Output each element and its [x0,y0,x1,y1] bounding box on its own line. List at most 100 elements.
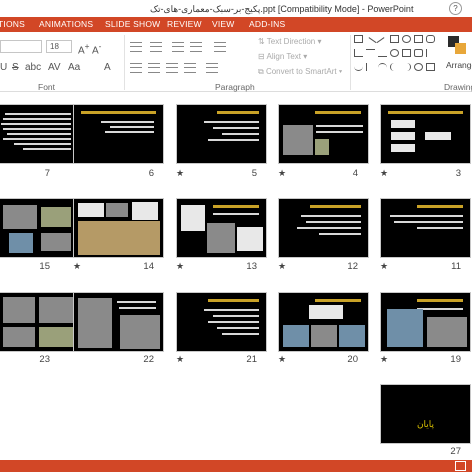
slide-thumbnail[interactable] [380,104,471,164]
slide-thumbnail[interactable] [73,292,164,352]
font-color-icon[interactable]: A [104,62,111,73]
tab-transitions[interactable]: TIONS [0,19,25,29]
slide-photo [78,221,160,255]
align-text-button[interactable]: ⊟ Align Text ▾ [258,52,307,61]
transition-star-icon[interactable]: ★ [278,168,286,179]
transition-star-icon[interactable]: ★ [176,354,184,365]
curve-shape-icon[interactable] [354,63,363,71]
help-icon[interactable]: ? [449,2,462,15]
slide-text-line [305,221,361,223]
slide-thumbnail[interactable] [0,292,77,352]
slide-photo [78,298,112,348]
oval-shape-icon[interactable] [390,49,399,57]
justify-icon[interactable] [184,63,196,73]
brace-shape-icon[interactable] [390,63,399,71]
numbering-icon[interactable] [150,42,162,52]
line-shape-icon[interactable] [366,63,375,71]
rectangle-shape-icon[interactable] [414,35,423,43]
text-direction-button[interactable]: ⇅ Text Direction ▾ [258,37,322,46]
slide-thumbnail[interactable] [0,198,77,258]
slide-thumbnail[interactable] [278,292,369,352]
shapes-gallery[interactable] [354,35,440,79]
paragraph-group-label: Paragraph [215,82,255,92]
slide-thumbnail[interactable] [73,198,164,258]
slide-thumbnail[interactable] [176,292,267,352]
slide-photo [41,233,71,251]
rounded-rectangle-shape-icon[interactable] [426,35,435,43]
line-spacing-icon[interactable] [214,42,226,52]
line-shape-icon[interactable] [376,37,389,49]
bullets-icon[interactable] [130,42,142,52]
align-right-icon[interactable] [166,63,178,73]
slide-text-line [100,121,155,123]
slide-sorter: 7 6 ★ 5 ★ 4 ★ 3 15 ★ 14 ★ 13 ★ 12 ★ 11 2… [0,93,472,458]
slide-photo [387,309,423,347]
shrink-font-icon[interactable]: A- [92,41,101,56]
transition-star-icon[interactable]: ★ [380,354,388,365]
font-size-box[interactable]: 18 [46,40,72,53]
line-shape-icon[interactable] [426,49,435,57]
transition-star-icon[interactable]: ★ [380,168,388,179]
slide-text-line [22,148,71,150]
columns-icon[interactable] [206,63,218,73]
line-shape-icon[interactable] [378,49,387,57]
transition-star-icon[interactable]: ★ [176,261,184,272]
grow-font-icon[interactable]: A+ [78,41,90,56]
strikethrough-icon[interactable]: S [12,62,19,73]
slide-photo [78,203,104,217]
transition-star-icon[interactable]: ★ [278,354,286,365]
align-left-icon[interactable] [130,63,142,73]
slide-number: 23 [39,354,50,365]
line-shape-icon[interactable] [364,37,377,49]
line-shape-icon[interactable] [366,49,375,57]
tab-animations[interactable]: ANIMATIONS [39,19,93,29]
callout-shape-icon[interactable] [414,49,423,57]
slide-thumbnail[interactable] [0,104,77,164]
star-shape-icon[interactable] [414,63,423,71]
slide-thumbnail[interactable]: پایان [380,384,471,444]
slide-thumbnail[interactable] [380,292,471,352]
brace-shape-icon[interactable] [402,63,411,71]
slide-diagram-box [391,144,415,152]
change-case-icon[interactable]: Aa [68,62,80,73]
char-spacing-icon[interactable]: abc [25,62,41,73]
align-center-icon[interactable] [148,63,160,73]
slide-photo [315,139,329,155]
increase-indent-icon[interactable] [190,42,202,52]
arrow-shape-icon[interactable] [402,49,411,57]
rectangle-shape-icon[interactable] [390,35,399,43]
slide-number: 13 [246,261,257,272]
oval-shape-icon[interactable] [402,35,411,43]
char-spacing-icon[interactable]: AV [48,62,61,73]
slide-thumbnail[interactable] [176,104,267,164]
transition-star-icon[interactable]: ★ [278,261,286,272]
tab-review[interactable]: REVIEW [167,19,202,29]
slide-thumbnail[interactable] [176,198,267,258]
slide-thumbnail[interactable] [380,198,471,258]
more-shapes-icon[interactable] [426,63,435,71]
font-name-box[interactable] [0,40,42,53]
slide-title-bar [208,299,259,302]
slide-show-icon[interactable] [455,461,466,471]
tab-view[interactable]: VIEW [212,19,235,29]
tab-add-ins[interactable]: ADD-INS [249,19,285,29]
slide-photo [41,207,71,227]
slide-thumbnail[interactable] [278,104,369,164]
slide-text-line [3,128,71,130]
arrange-icon[interactable] [448,36,468,56]
slide-photo [311,325,337,347]
triangle-shape-icon[interactable] [354,49,363,57]
tab-slide-show[interactable]: SLIDE SHOW [105,19,160,29]
curve-shape-icon[interactable] [378,63,387,71]
transition-star-icon[interactable]: ★ [176,168,184,179]
underline-icon[interactable]: U [0,62,7,73]
slide-text-line [3,118,71,120]
slide-thumbnail[interactable] [73,104,164,164]
rectangle-shape-icon[interactable] [354,35,363,43]
transition-star-icon[interactable]: ★ [73,261,81,272]
arrange-label[interactable]: Arrange [446,60,472,70]
decrease-indent-icon[interactable] [172,42,184,52]
convert-smartart-button[interactable]: ⧉ Convert to SmartArt ▾ [258,67,342,77]
slide-thumbnail[interactable] [278,198,369,258]
transition-star-icon[interactable]: ★ [380,261,388,272]
